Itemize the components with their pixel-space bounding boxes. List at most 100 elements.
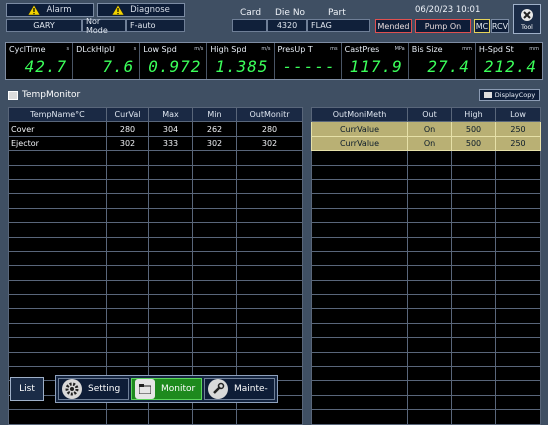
method-select-button[interactable]: CurrValue: [311, 135, 408, 152]
table-cell: [311, 279, 408, 296]
table-cell: [236, 409, 303, 425]
table-cell: [8, 222, 107, 238]
table-cell: [106, 351, 149, 368]
gauge-cycl-time: CyclTime s 42.7: [6, 43, 74, 79]
col-header: CurVal: [106, 106, 149, 123]
table-cell: [8, 193, 107, 209]
table-cell: [236, 222, 303, 238]
table-cell: [407, 265, 452, 281]
table-cell: [8, 164, 107, 180]
method-select-button[interactable]: CurrValue: [311, 121, 408, 137]
setting-value-button[interactable]: 250: [495, 121, 541, 137]
table-row: [8, 409, 303, 425]
table-cell: [311, 351, 408, 368]
table-row: [8, 351, 303, 368]
table-cell: [192, 222, 237, 238]
table-cell: [106, 308, 149, 324]
table-cell: 302: [236, 135, 303, 152]
table-cell: [106, 279, 149, 296]
table-cell: [451, 337, 496, 353]
col-header: OutMoniMeth: [311, 106, 408, 123]
table-cell: [407, 380, 452, 396]
mended-status: Mended: [375, 19, 412, 33]
table-cell: [451, 250, 496, 267]
monitor-button[interactable]: Monitor: [131, 378, 202, 400]
operator-field: GARY: [6, 19, 82, 32]
table-row: [8, 294, 303, 310]
mainte-button[interactable]: Mainte-: [204, 378, 275, 400]
table-cell: [311, 250, 408, 267]
display-copy-button[interactable]: DisplayCopy: [479, 89, 540, 101]
table-cell: [236, 207, 303, 224]
warning-icon: [28, 5, 41, 15]
table-row: [311, 366, 541, 382]
table-cell: [495, 380, 541, 396]
table-cell: [495, 164, 541, 180]
table-cell: [495, 308, 541, 324]
table-cell: [495, 337, 541, 353]
gauge-high-spd: High Spd m/s 1.385: [207, 43, 275, 79]
card-label: Card: [240, 8, 262, 18]
gauge-bis-size: Bis Size mm 27.4: [409, 43, 476, 79]
table-cell: [311, 337, 408, 353]
table-cell: [451, 150, 496, 166]
table-cell: 302: [106, 135, 149, 152]
col-header: Max: [148, 106, 193, 123]
diagnose-button[interactable]: Diagnose: [97, 3, 185, 17]
table-cell: [311, 308, 408, 324]
die-no-label: Die No: [275, 8, 306, 18]
meth-table: OutMoniMeth Out High Low CurrValue On 500 2…: [311, 106, 541, 425]
table-row: [8, 250, 303, 267]
mode-field: Nor Mode: [82, 17, 126, 35]
col-header: Out: [407, 106, 452, 123]
table-cell: [106, 322, 149, 339]
table-cell: [236, 279, 303, 296]
tool-label: Tool: [521, 23, 533, 31]
table-cell: [192, 294, 237, 310]
table-cell: [8, 409, 107, 425]
table-row: [8, 193, 303, 209]
table-cell: [148, 294, 193, 310]
alarm-button[interactable]: Alarm: [6, 3, 94, 17]
table-cell: [148, 351, 193, 368]
setting-value-button[interactable]: On: [407, 135, 452, 152]
monitor-icon: [8, 90, 18, 100]
table-cell: [451, 351, 496, 368]
gauge-value: 0.972: [148, 57, 202, 76]
setting-value-button[interactable]: On: [407, 121, 452, 137]
table-cell: [192, 279, 237, 296]
gauge-value: 212.4: [483, 57, 537, 76]
table-cell: [148, 193, 193, 209]
table-cell: [407, 308, 452, 324]
table-cell: [451, 279, 496, 296]
table-cell: [8, 294, 107, 310]
table-cell: [148, 164, 193, 180]
col-header: OutMonitr: [236, 106, 303, 123]
table-cell: [192, 164, 237, 180]
table-cell: [311, 409, 408, 425]
table-row: [8, 337, 303, 353]
table-cell: [407, 236, 452, 252]
tool-button[interactable]: Tool: [513, 4, 541, 34]
table-cell: [106, 222, 149, 238]
table-cell: [192, 236, 237, 252]
setting-value-button[interactable]: 500: [451, 135, 496, 152]
table-row: [311, 265, 541, 281]
table-cell: [236, 294, 303, 310]
setting-value-button[interactable]: 250: [495, 135, 541, 152]
setting-value-button[interactable]: 500: [451, 121, 496, 137]
table-cell: [407, 322, 452, 339]
table-cell: 302: [192, 135, 237, 152]
table-cell: [495, 322, 541, 339]
section-title: TempMonitor: [8, 90, 80, 100]
table-row: [8, 236, 303, 252]
table-cell: [106, 193, 149, 209]
table-cell: [311, 164, 408, 180]
gauge-value: 1.385: [215, 57, 269, 76]
table-cell: [407, 294, 452, 310]
list-button[interactable]: List: [10, 377, 44, 401]
setting-button[interactable]: Setting: [58, 378, 129, 400]
table-cell: [311, 178, 408, 195]
wrench-icon: [208, 379, 228, 399]
folder-icon: [135, 379, 155, 399]
